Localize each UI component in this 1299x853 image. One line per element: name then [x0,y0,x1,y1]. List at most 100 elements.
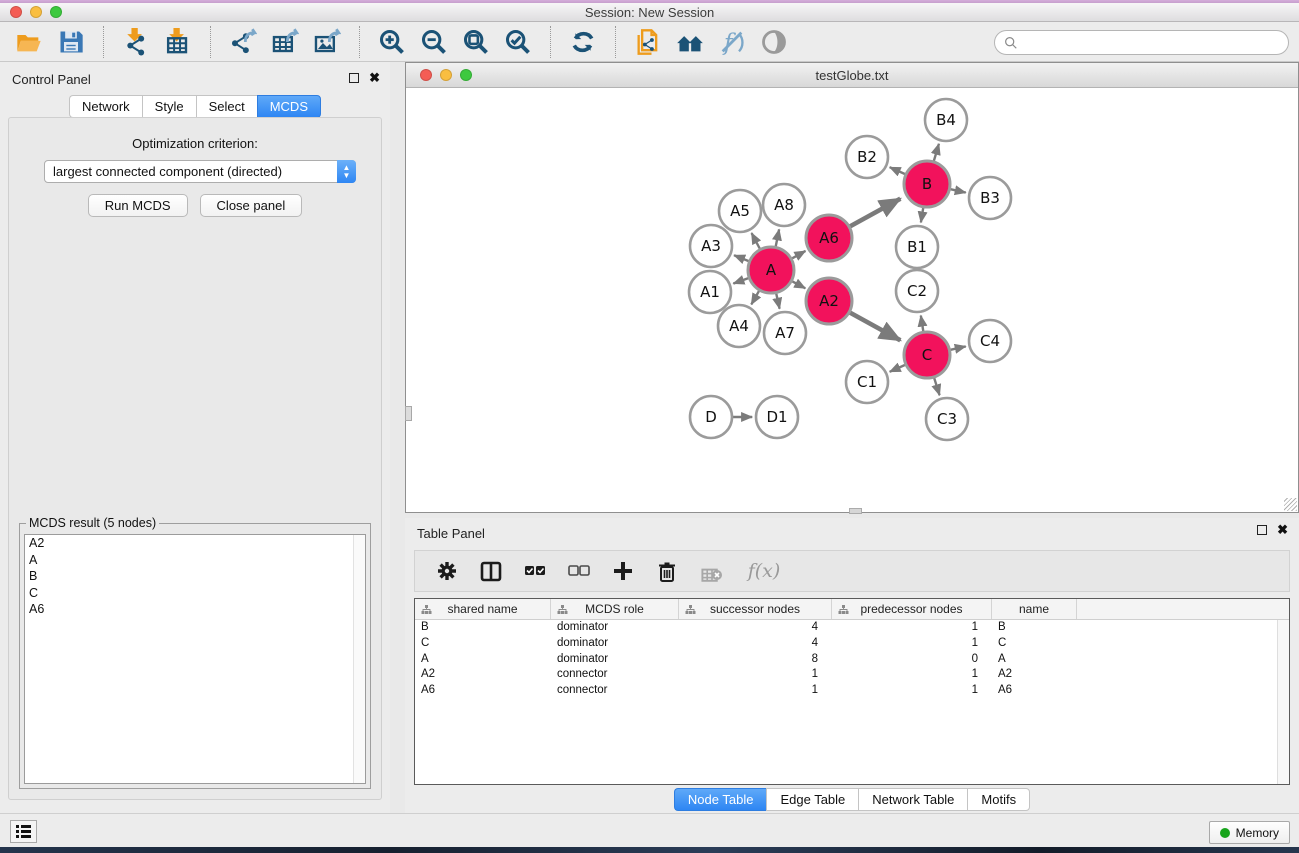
delete-button[interactable] [653,556,681,586]
tab-select[interactable]: Select [196,95,257,118]
mcds-list-scrollbar[interactable] [353,535,365,783]
resize-grip[interactable] [1284,498,1297,511]
edge-A-A5[interactable] [752,233,760,249]
cell-shared-name[interactable]: A [415,652,551,668]
show-hide-button[interactable] [753,25,795,59]
cell-shared-name[interactable]: B [415,620,551,636]
add-button[interactable] [609,556,637,586]
node-D1[interactable]: D1 [756,396,798,438]
gear-button[interactable] [433,556,461,586]
zoom-in-button[interactable] [371,25,413,59]
node-C[interactable]: C [904,332,950,378]
edge-B-B3[interactable] [950,189,965,192]
edge-A-A2[interactable] [792,281,805,288]
node-C2[interactable]: C2 [896,270,938,312]
network-graph[interactable]: B4B2BB3A5A8A6B1A3AA1C2A2A4A7C4CC1C3DD1 [406,88,1298,512]
column-header-name[interactable]: name [992,599,1077,619]
node-B2[interactable]: B2 [846,136,888,178]
cell-predecessor-nodes[interactable]: 1 [832,683,992,699]
cell-successor-nodes[interactable]: 1 [679,667,832,683]
delete-table-button[interactable] [697,556,725,586]
zoom-fit-button[interactable] [455,25,497,59]
edge-C-C1[interactable] [890,365,905,372]
network-canvas[interactable]: B4B2BB3A5A8A6B1A3AA1C2A2A4A7C4CC1C3DD1 [406,88,1298,512]
cell-successor-nodes[interactable]: 4 [679,620,832,636]
open-file-button[interactable] [8,25,50,59]
cell-name[interactable]: A2 [992,667,1077,683]
cell-successor-nodes[interactable]: 4 [679,636,832,652]
edge-C-C2[interactable] [921,316,923,332]
birdseye-handle[interactable] [405,406,412,421]
close-panel-icon[interactable]: ✖ [369,72,380,84]
bottom-splitter-handle[interactable] [849,508,862,514]
node-A6[interactable]: A6 [806,215,852,261]
network-view-window[interactable]: testGlobe.txt B4B2BB3A5A8A6B1A3AA1C2A2A4… [405,62,1299,513]
edge-A-A1[interactable] [733,278,748,283]
node-B1[interactable]: B1 [896,226,938,268]
node-D[interactable]: D [690,396,732,438]
node-A8[interactable]: A8 [763,184,805,226]
table-row[interactable]: Cdominator41C [415,636,1289,652]
node-A7[interactable]: A7 [764,312,806,354]
node-A5[interactable]: A5 [719,190,761,232]
tab-node-table[interactable]: Node Table [674,788,767,811]
float-panel-icon[interactable] [349,73,359,83]
tab-motifs[interactable]: Motifs [967,788,1030,811]
export-image-button[interactable] [306,25,348,59]
node-A2[interactable]: A2 [806,278,852,324]
mcds-result-list[interactable]: A2ABCA6 [24,534,366,784]
edge-B-B2[interactable] [890,167,905,174]
import-table-button[interactable] [157,25,199,59]
zoom-selected-button[interactable] [497,25,539,59]
mcds-result-item[interactable]: B [25,568,365,585]
tab-network[interactable]: Network [69,95,142,118]
clone-network-button[interactable] [627,25,669,59]
export-table-button[interactable] [264,25,306,59]
table-scrollbar[interactable] [1277,620,1289,784]
table-row[interactable]: Bdominator41B [415,620,1289,636]
memory-button[interactable]: Memory [1209,821,1290,844]
tab-style[interactable]: Style [142,95,196,118]
search-input[interactable] [1018,33,1288,53]
edge-A2-C[interactable] [850,313,900,341]
mcds-result-item[interactable]: C [25,585,365,602]
close-panel-button[interactable]: Close panel [200,194,303,217]
edge-A6-B[interactable] [850,199,900,227]
function-builder-button[interactable]: f(x) [741,556,787,586]
tab-network-table[interactable]: Network Table [858,788,967,811]
mcds-result-item[interactable]: A2 [25,535,365,552]
app-titlebar[interactable]: Session: New Session [0,3,1299,22]
run-mcds-button[interactable]: Run MCDS [88,194,188,217]
console-button[interactable] [10,820,37,843]
node-C1[interactable]: C1 [846,361,888,403]
cell-shared-name[interactable]: A2 [415,667,551,683]
cell-predecessor-nodes[interactable]: 1 [832,636,992,652]
cell-shared-name[interactable]: A6 [415,683,551,699]
cell-predecessor-nodes[interactable]: 1 [832,620,992,636]
node-B3[interactable]: B3 [969,177,1011,219]
float-table-panel-icon[interactable] [1257,525,1267,535]
network-window-titlebar[interactable]: testGlobe.txt [406,63,1298,88]
edge-B-B1[interactable] [921,208,923,223]
edge-A-A7[interactable] [776,293,779,308]
node-B4[interactable]: B4 [925,99,967,141]
columns-button[interactable] [477,556,505,586]
deselect-all-button[interactable] [565,556,593,586]
zoom-out-button[interactable] [413,25,455,59]
close-table-panel-icon[interactable]: ✖ [1277,524,1288,536]
cell-MCDS-role[interactable]: connector [551,667,679,683]
column-header-successor-nodes[interactable]: successor nodes [679,599,832,619]
edge-B-B4[interactable] [934,144,939,161]
cell-successor-nodes[interactable]: 8 [679,652,832,668]
cell-name[interactable]: A6 [992,683,1077,699]
node-A[interactable]: A [748,247,794,293]
export-network-button[interactable] [222,25,264,59]
save-session-button[interactable] [50,25,92,59]
cell-shared-name[interactable]: C [415,636,551,652]
edge-C-C4[interactable] [950,346,965,349]
cell-successor-nodes[interactable]: 1 [679,683,832,699]
edge-A-A8[interactable] [776,229,779,246]
table-row[interactable]: A6connector11A6 [415,683,1289,699]
home-button[interactable] [669,25,711,59]
mcds-result-item[interactable]: A [25,552,365,569]
